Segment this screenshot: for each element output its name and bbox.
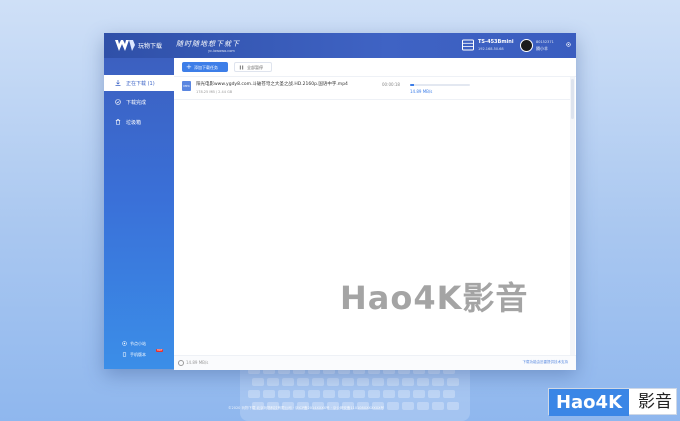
background-key — [252, 378, 264, 386]
background-key — [357, 378, 369, 386]
statusbar: 14.89 MB/s 下载功能由迅雷提供技术支持 — [174, 355, 576, 370]
background-key — [432, 378, 444, 386]
titlebar: 玩物下载 随时随地想下就下 yc.iowowo.com TS-453Bmini … — [104, 33, 576, 58]
watermark-text: Hao4K影音 — [340, 279, 529, 317]
sidebar-item-label: 垃圾箱 — [126, 120, 142, 126]
background-key — [398, 390, 410, 398]
avatar[interactable] — [520, 39, 533, 52]
sidebar-item-downloading[interactable]: 正在下载 (1) — [104, 75, 174, 91]
background-key — [383, 390, 395, 398]
node-icon — [122, 341, 127, 346]
slogan: 随时随地想下就下 — [176, 40, 240, 48]
background-key — [402, 402, 414, 410]
background-key — [342, 378, 354, 386]
settings-icon[interactable] — [566, 42, 571, 47]
progress-fill — [410, 84, 415, 86]
watermark-badge-part2: 影音 — [638, 392, 672, 412]
background-key — [417, 378, 429, 386]
phone-icon — [122, 352, 127, 357]
background-key — [428, 390, 440, 398]
total-speed: 14.89 MB/s — [178, 360, 208, 366]
sidebar-item-label: 下载完成 — [126, 100, 147, 106]
watermark-badge: Hao4K 影音 — [548, 388, 677, 416]
background-key — [387, 378, 399, 386]
download-speed: 14.89 MB/s — [410, 89, 433, 94]
speed-icon — [178, 360, 184, 366]
sidebar-item-label: 正在下载 (1) — [126, 81, 155, 87]
background-key — [312, 378, 324, 386]
background-key — [293, 390, 305, 398]
trash-icon — [115, 119, 121, 125]
user-name[interactable]: 隔小羊 — [536, 46, 548, 52]
background-key — [278, 390, 290, 398]
progress-bar — [410, 84, 470, 86]
mobile-version-label: 手机版本 — [130, 352, 146, 357]
background-key — [353, 390, 365, 398]
app-name: 玩物下载 — [138, 43, 163, 50]
time-remaining: 00:00:18 — [382, 82, 400, 87]
video-file-icon: MP4 — [182, 81, 191, 91]
device-ip: 192.168.50.68 — [478, 47, 504, 51]
slogan-url: yc.iowowo.com — [208, 49, 235, 53]
pause-icon — [239, 65, 244, 70]
plus-icon: + — [186, 63, 192, 71]
background-key — [368, 390, 380, 398]
app-logo-icon — [115, 40, 135, 51]
background-key — [417, 402, 429, 410]
background-key — [308, 390, 320, 398]
download-icon — [115, 80, 121, 86]
background-key — [323, 390, 335, 398]
background-key — [327, 378, 339, 386]
background-key — [267, 378, 279, 386]
background-key — [443, 390, 455, 398]
file-size: 178.25 MB / 2.44 GB — [196, 90, 233, 94]
background-key — [297, 378, 309, 386]
device-name[interactable]: TS-453Bmini — [478, 39, 514, 45]
scrollbar-thumb[interactable] — [571, 79, 574, 119]
scrollbar[interactable] — [570, 77, 575, 355]
background-key — [338, 390, 350, 398]
check-circle-icon — [115, 99, 121, 105]
total-speed-value: 14.89 MB/s — [186, 360, 209, 365]
sidebar: 正在下载 (1) 下载完成 垃圾箱 节点小站 手机版本 HOT — [104, 58, 174, 369]
background-key — [432, 402, 444, 410]
background-key — [447, 378, 459, 386]
background-key — [413, 390, 425, 398]
sidebar-item-trash[interactable]: 垃圾箱 — [104, 114, 174, 130]
user-id: 80152371 — [536, 40, 554, 44]
background-key — [372, 378, 384, 386]
sidebar-item-completed[interactable]: 下载完成 — [104, 94, 174, 110]
background-key — [263, 390, 275, 398]
add-download-button[interactable]: + 添加下载任务 — [182, 62, 228, 72]
background-key — [447, 402, 459, 410]
toolbar: + 添加下载任务 全部暂停 — [174, 58, 576, 77]
hot-badge: HOT — [156, 349, 164, 352]
file-name: 阳光电影www.ygdy8.com.斗破苍穹之大圣之战.HD.2160p.国语中… — [196, 82, 348, 87]
download-row[interactable]: MP4 阳光电影www.ygdy8.com.斗破苍穹之大圣之战.HD.2160p… — [174, 77, 570, 100]
watermark-badge-part1: Hao4K — [549, 389, 629, 416]
footer-text: ©2020 玩物下载 北京玩物科技有限公司 · 京ICP备2014XXXX号 ·… — [228, 406, 385, 410]
background-key — [248, 390, 260, 398]
powered-by-note: 下载功能由迅雷提供技术支持 — [522, 360, 569, 364]
background-key — [282, 378, 294, 386]
nas-device-icon[interactable] — [462, 39, 474, 51]
node-station-label: 节点小站 — [130, 341, 146, 346]
background-key — [387, 402, 399, 410]
background-key — [402, 378, 414, 386]
pause-all-button[interactable]: 全部暂停 — [234, 62, 272, 72]
